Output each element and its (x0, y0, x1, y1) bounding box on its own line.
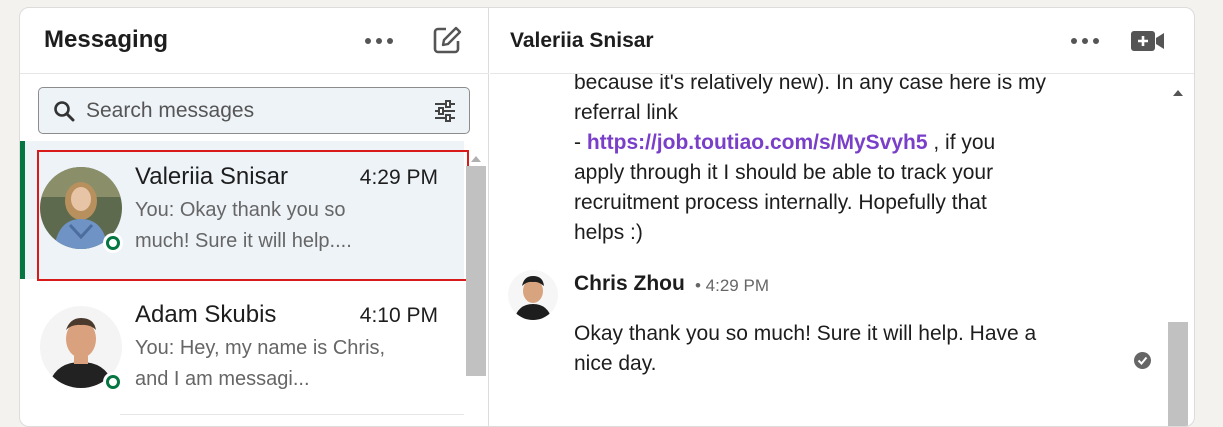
search-placeholder: Search messages (86, 99, 255, 122)
conversation-list-pane: Messaging Search messages Valeriia Snisa… (20, 8, 489, 426)
message-text-line: helps :) (574, 221, 643, 244)
thread-scrollbar[interactable] (1168, 74, 1188, 426)
scroll-up-arrow-icon[interactable] (471, 156, 481, 162)
message-time: • 4:29 PM (695, 276, 769, 295)
active-indicator (20, 141, 25, 279)
thread-title[interactable]: Valeriia Snisar (510, 29, 654, 53)
seen-check-icon (1134, 352, 1151, 369)
message-text-line: referral link (574, 101, 678, 124)
message-after-link: , if you (927, 131, 996, 154)
message-text-line: - https://job.toutiao.com/s/MySvyh5 , if… (574, 128, 995, 158)
conversation-snippet: You: Hey, my name is Chris, and I am mes… (135, 337, 386, 390)
divider (120, 414, 464, 415)
compose-icon[interactable] (432, 25, 462, 55)
conversation-name: Adam Skubis (135, 301, 277, 328)
message-text-line: apply through it I should be able to tra… (574, 161, 994, 184)
thread-header: Valeriia Snisar (490, 8, 1194, 74)
more-options-icon[interactable] (365, 38, 393, 44)
online-status-icon (103, 372, 123, 392)
message-sender[interactable]: Chris Zhou (574, 272, 685, 296)
thread-pane: Valeriia Snisar because it's relatively … (490, 8, 1194, 426)
conversation-item-adam-skubis[interactable]: Adam Skubis 4:10 PM You: Hey, my name is… (20, 279, 464, 417)
conversation-list: Valeriia Snisar 4:29 PM You: Okay thank … (20, 141, 489, 426)
conversation-time: 4:10 PM (359, 304, 438, 327)
message-text-line: nice day. (574, 352, 657, 375)
messaging-panel: Messaging Search messages Valeriia Snisa… (19, 7, 1195, 427)
message-thread: because it's relatively new). In any cas… (490, 74, 1194, 426)
video-call-icon[interactable] (1131, 30, 1165, 52)
message-text-line: recruitment process internally. Hopefull… (574, 191, 987, 214)
scrollbar-thumb[interactable] (466, 166, 486, 376)
messaging-title: Messaging (44, 26, 169, 53)
messaging-header: Messaging (20, 8, 489, 74)
filter-icon[interactable] (434, 100, 456, 122)
more-options-icon[interactable] (1071, 38, 1099, 44)
message-text-line: Okay thank you so much! Sure it will hel… (574, 322, 1037, 345)
conversation-list-scrollbar[interactable] (466, 156, 488, 426)
message-dash: - (574, 131, 587, 154)
selection-highlight (37, 150, 469, 281)
message-text-line: because it's relatively new). In any cas… (574, 74, 1047, 94)
sender-avatar[interactable] (508, 270, 558, 320)
scroll-up-arrow-icon[interactable] (1173, 90, 1183, 96)
referral-link[interactable]: https://job.toutiao.com/s/MySvyh5 (587, 131, 928, 154)
conversation-item-valeriia-snisar[interactable]: Valeriia Snisar 4:29 PM You: Okay thank … (20, 141, 469, 281)
search-icon (54, 101, 75, 122)
search-input[interactable]: Search messages (38, 87, 470, 134)
scrollbar-thumb[interactable] (1168, 322, 1188, 426)
